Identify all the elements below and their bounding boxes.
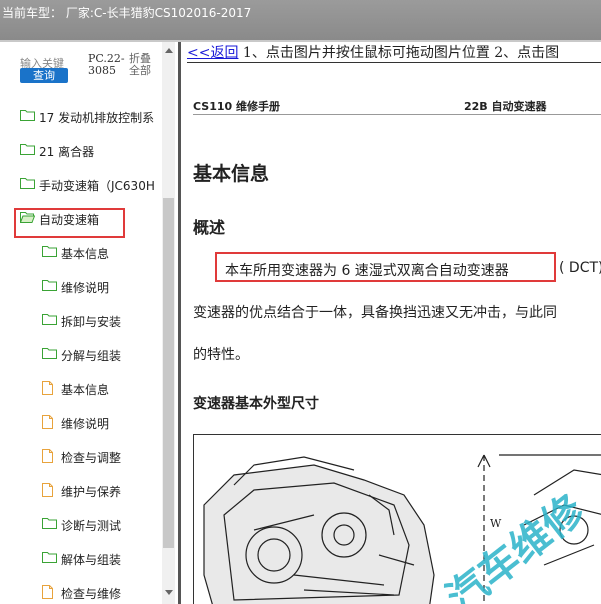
scroll-down-icon[interactable] xyxy=(165,590,173,595)
tree-item[interactable]: 手动变速箱（JC630H xyxy=(0,168,160,202)
document-icon xyxy=(42,585,53,602)
tree-item-label: 21 离合器 xyxy=(39,145,95,159)
tree-item[interactable]: 诊断与测试 xyxy=(0,508,160,542)
paragraph-line-3: 的特性。 xyxy=(193,347,249,363)
tree-item[interactable]: 基本信息 xyxy=(0,236,160,270)
tree-item[interactable]: 17 发动机排放控制系 xyxy=(0,100,160,134)
fold-all-button[interactable]: 折叠全部 xyxy=(129,53,157,77)
sidebar: 输入关键 查询 PC.22-3085 折叠全部 17 发动机排放控制系 21 离合… xyxy=(0,42,178,604)
heading-dimensions: 变速器基本外型尺寸 xyxy=(193,396,319,412)
document-pane: <<返回 1、点击图片并按住鼠标可拖动图片位置 2、点击图 CS110 维修手册… xyxy=(181,42,601,604)
folder-icon xyxy=(20,109,35,124)
tree-item-label: 解体与组装 xyxy=(61,553,122,567)
tree-item-label: 基本信息 xyxy=(61,383,110,397)
scroll-up-icon[interactable] xyxy=(165,48,173,53)
tree-item-label: 检查与维修 xyxy=(61,587,122,601)
tree-item[interactable]: 检查与维修 xyxy=(0,576,160,604)
tree-item-label: 17 发动机排放控制系 xyxy=(39,111,155,125)
document-icon xyxy=(42,381,53,398)
tree-item[interactable]: 维修说明 xyxy=(0,406,160,440)
tree-item-label: 基本信息 xyxy=(61,247,110,261)
instruction-text: 1、点击图片并按住鼠标可拖动图片位置 2、点击图 xyxy=(238,45,560,61)
tree-item-label: 维护与保养 xyxy=(61,485,122,499)
tree-item-label: 分解与组装 xyxy=(61,349,122,363)
title-bar: 当前车型： 厂家:C-长丰猎豹CS102016-2017 xyxy=(0,0,601,40)
folder-icon xyxy=(42,245,57,260)
instruction-rule xyxy=(187,62,601,63)
tree-item-label: 维修说明 xyxy=(61,417,110,431)
tree-item-label: 拆卸与安装 xyxy=(61,315,122,329)
instruction-bar: <<返回 1、点击图片并按住鼠标可拖动图片位置 2、点击图 xyxy=(187,42,559,62)
paragraph-line-2: 变速器的优点结合于一体，具备换挡迅速又无冲击，与此同 xyxy=(193,305,557,321)
paragraph-line-1-tail: ( DCT), xyxy=(559,260,601,276)
pc-code-label: PC.22-3085 xyxy=(88,52,125,77)
document-icon xyxy=(42,415,53,432)
tree-item[interactable]: 基本信息 xyxy=(0,372,160,406)
folder-icon xyxy=(42,279,57,294)
document-icon xyxy=(42,449,53,466)
search-button[interactable]: 查询 xyxy=(20,68,68,83)
folder-icon xyxy=(42,517,57,532)
back-link[interactable]: <<返回 xyxy=(187,45,238,61)
tree-item[interactable]: 分解与组装 xyxy=(0,338,160,372)
doc-header-right: 22B 自动变速器 xyxy=(464,100,547,113)
tree-item-label: 诊断与测试 xyxy=(61,519,122,533)
tree-item-label: 检查与调整 xyxy=(61,451,122,465)
tree-item[interactable]: 检查与调整 xyxy=(0,440,160,474)
folder-icon xyxy=(42,313,57,328)
doc-header-rule xyxy=(193,114,601,115)
folder-icon xyxy=(42,551,57,566)
heading-overview: 概述 xyxy=(193,218,226,237)
folder-icon xyxy=(20,143,35,158)
folder-icon xyxy=(20,177,35,192)
tree-item[interactable]: 维修说明 xyxy=(0,270,160,304)
tree-item[interactable]: 21 离合器 xyxy=(0,134,160,168)
tree-item[interactable]: 拆卸与安装 xyxy=(0,304,160,338)
sidebar-scroll-thumb[interactable] xyxy=(163,198,174,548)
tree-item-label: 手动变速箱（JC630H xyxy=(39,179,155,193)
tree-item[interactable]: 维护与保养 xyxy=(0,474,160,508)
selection-highlight xyxy=(14,208,125,238)
heading-basic-info: 基本信息 xyxy=(193,163,270,185)
window-title: 当前车型： 厂家:C-长丰猎豹CS102016-2017 xyxy=(2,6,252,20)
document-icon xyxy=(42,483,53,500)
tree-item-label: 维修说明 xyxy=(61,281,110,295)
tree-item[interactable]: 解体与组装 xyxy=(0,542,160,576)
doc-header-left: CS110 维修手册 xyxy=(193,100,280,113)
text-highlight-box xyxy=(215,252,556,282)
folder-icon xyxy=(42,347,57,362)
